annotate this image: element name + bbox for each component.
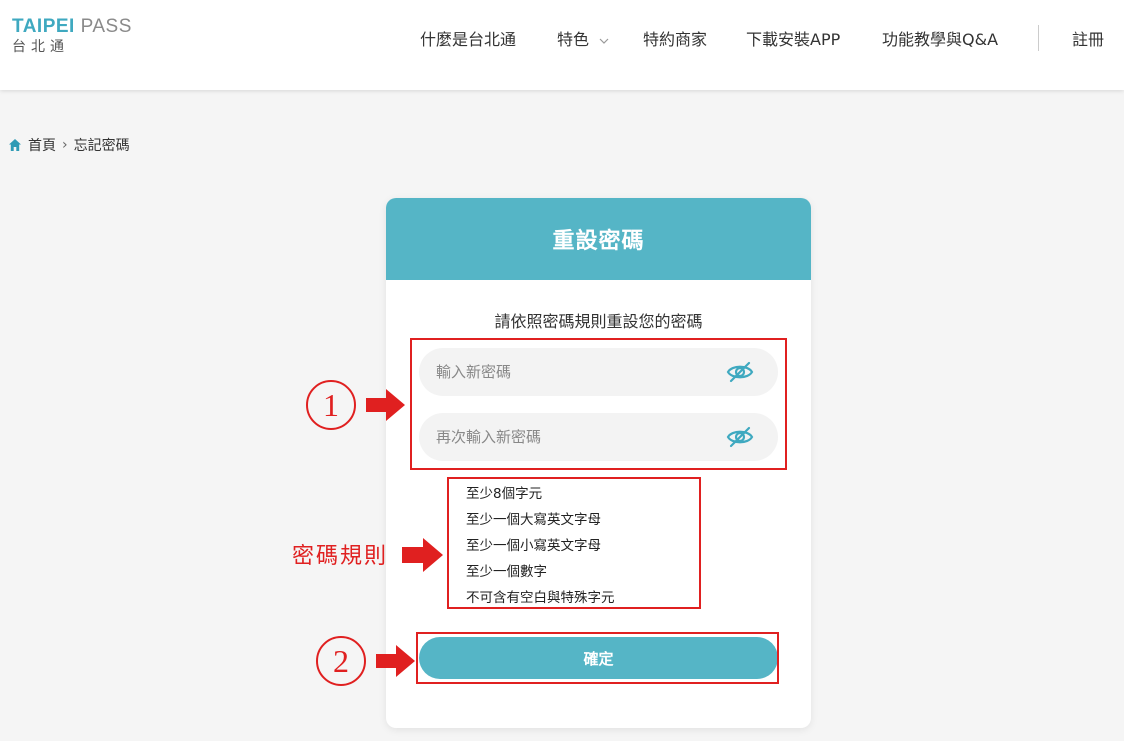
nav-item-download-app[interactable]: 下載安裝APP (746, 29, 840, 51)
site-header: TAIPEI PASS 台北通 什麼是台北通 特色 特約商家 下載安裝APP 功… (0, 0, 1124, 90)
chevron-down-icon (599, 38, 609, 44)
nav-item-features-label: 特色 (557, 30, 590, 49)
home-icon[interactable] (8, 138, 22, 152)
logo-pass: PASS (74, 16, 132, 37)
annotation-step-1: 1 (306, 380, 356, 430)
card-title: 重設密碼 (386, 198, 811, 280)
nav-item-merchants[interactable]: 特約商家 (643, 29, 707, 51)
logo-brand: TAIPEI (12, 16, 75, 37)
annotation-box-rules (447, 477, 701, 609)
arrow-right-icon (402, 538, 443, 572)
card-subtitle: 請依照密碼規則重設您的密碼 (494, 312, 703, 331)
breadcrumb-separator: › (62, 137, 68, 153)
arrow-right-icon (376, 645, 415, 677)
logo-subtitle: 台北通 (12, 39, 69, 55)
arrow-right-icon (366, 389, 405, 421)
annotation-step-2: 2 (316, 636, 366, 686)
nav-divider (1038, 25, 1039, 51)
nav-item-what-is[interactable]: 什麼是台北通 (420, 29, 516, 51)
annotation-box-password-fields (410, 338, 787, 470)
breadcrumb: 首頁 › 忘記密碼 (8, 135, 130, 155)
nav-item-tutorial-qa[interactable]: 功能教學與Q&A (882, 29, 998, 51)
nav-item-features[interactable]: 特色 (557, 29, 609, 51)
breadcrumb-current: 忘記密碼 (73, 138, 130, 154)
breadcrumb-home[interactable]: 首頁 (28, 135, 56, 155)
register-link[interactable]: 註冊 (1072, 29, 1104, 51)
annotation-box-submit (416, 632, 779, 684)
logo-title: TAIPEI PASS (12, 16, 132, 38)
logo[interactable]: TAIPEI PASS 台北通 (12, 16, 132, 56)
annotation-rules-label: 密碼規則 (292, 544, 389, 569)
